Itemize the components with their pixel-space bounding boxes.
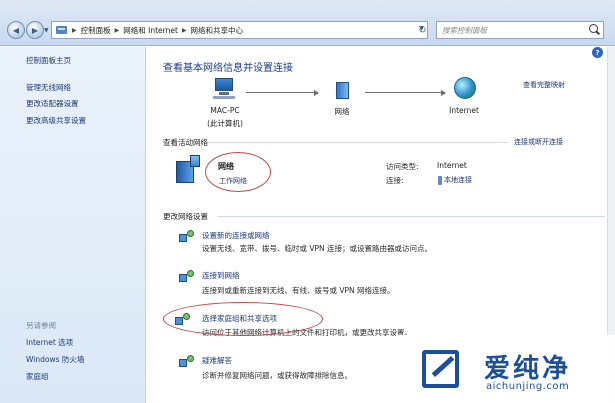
connection-arrow: [365, 90, 446, 96]
watermark-text: 爱纯净: [484, 354, 572, 384]
chevron-right-icon[interactable]: ▶: [182, 27, 187, 34]
local-connection-link[interactable]: 本地连接: [438, 175, 472, 185]
local-connection-label[interactable]: 本地连接: [444, 175, 472, 185]
connect-to-network-desc: 连接到或重新连接到无线、有线、拨号或 VPN 网络连接。: [202, 286, 395, 295]
internet-globe-icon[interactable]: [454, 77, 476, 99]
network-icon[interactable]: [333, 79, 353, 101]
forward-arrow-icon: ▶: [31, 25, 39, 35]
windows-firewall-link[interactable]: Windows 防火墙: [26, 354, 84, 365]
active-networks-heading: 查看活动网络: [163, 138, 208, 147]
troubleshoot-desc: 诊断并修复网络问题，或获得故障排除信息。: [202, 371, 352, 380]
change-advanced-sharing-link[interactable]: 更改高级共享设置: [26, 115, 86, 126]
setup-new-connection-link[interactable]: 设置新的连接或网络: [202, 230, 270, 241]
manage-wireless-networks-link[interactable]: 管理无线网络: [26, 82, 71, 93]
search-input[interactable]: 搜索控制面板: [436, 21, 604, 39]
recent-pages-dropdown-icon[interactable]: ▼: [44, 27, 49, 34]
back-arrow-icon: ◀: [12, 25, 20, 35]
breadcrumb-network-internet[interactable]: 网络和 Internet: [123, 25, 178, 36]
back-button[interactable]: ◀: [7, 21, 25, 39]
change-adapter-settings-link[interactable]: 更改适配器设置: [26, 98, 79, 109]
network-bench-icon: [176, 155, 200, 183]
breadcrumb-control-panel[interactable]: 控制面板: [81, 25, 111, 36]
see-full-map-link[interactable]: 查看完整映射: [523, 80, 565, 90]
troubleshoot-icon: [179, 355, 195, 369]
change-settings-heading: 更改网络设置: [163, 212, 208, 221]
access-type-value: Internet: [437, 161, 467, 170]
computer-caption-label: (此计算机): [207, 119, 243, 128]
homegroup-link[interactable]: 家庭组: [26, 371, 49, 382]
watermark-logo-icon: [422, 350, 459, 388]
connect-to-network-icon: [179, 270, 195, 284]
page-title: 查看基本网络信息并设置连接: [163, 63, 293, 74]
internet-label: Internet: [449, 106, 479, 115]
refresh-button[interactable]: ↻: [414, 21, 431, 39]
chevron-right-icon[interactable]: ▶: [72, 27, 77, 34]
breadcrumb-network-sharing-center[interactable]: 网络和共享中心: [191, 25, 244, 36]
computer-name-label: MAC-PC: [210, 106, 240, 115]
annotation-circle: [205, 152, 271, 192]
connection-label: 连接:: [386, 176, 404, 185]
network-label: 网络: [334, 107, 350, 116]
refresh-icon: ↻: [418, 24, 427, 36]
help-icon[interactable]: ?: [592, 47, 603, 58]
watermark-url: aichunjing.com: [486, 381, 570, 392]
chevron-right-icon[interactable]: ▶: [115, 27, 120, 34]
connection-arrow: [246, 90, 319, 96]
address-field[interactable]: ▶ 控制面板 ▶ 网络和 Internet ▶ 网络和共享中心 ▼: [51, 21, 428, 39]
section-divider: [217, 216, 605, 217]
forward-button[interactable]: ▶: [26, 21, 44, 39]
see-also-heading: 另请参阅: [26, 321, 56, 330]
ethernet-plug-icon: [438, 175, 442, 185]
computer-icon[interactable]: [213, 78, 237, 100]
annotation-circle: [163, 302, 323, 336]
connect-disconnect-link[interactable]: 连接或断开连接: [514, 137, 563, 147]
internet-options-link[interactable]: Internet 选项: [26, 337, 73, 348]
troubleshoot-link[interactable]: 疑难解答: [202, 355, 232, 366]
connect-to-network-link[interactable]: 连接到网络: [202, 270, 240, 281]
setup-new-connection-desc: 设置无线、宽带、拨号、临时或 VPN 连接；或设置路由器或访问点。: [202, 244, 433, 253]
section-divider: [208, 142, 508, 143]
access-type-label: 访问类型:: [386, 162, 419, 171]
search-icon[interactable]: [589, 24, 598, 33]
control-panel-home-link[interactable]: 控制面板主页: [26, 55, 71, 66]
control-panel-icon: [56, 25, 68, 35]
search-placeholder: 搜索控制面板: [442, 25, 487, 35]
new-connection-icon: [179, 230, 195, 244]
